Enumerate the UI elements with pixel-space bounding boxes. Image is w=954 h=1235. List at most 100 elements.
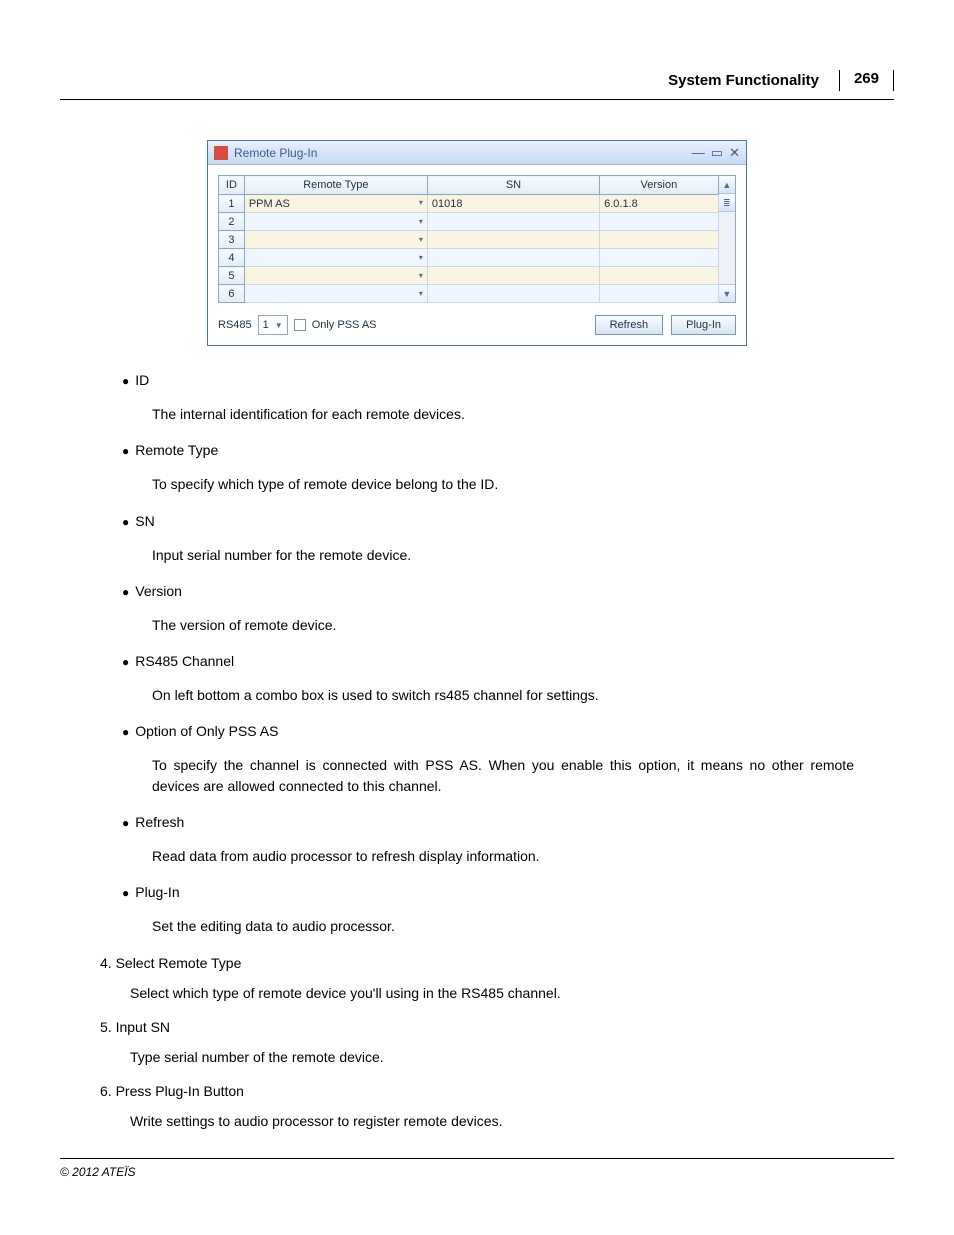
bullet-head: Refresh	[135, 814, 184, 830]
chevron-down-icon: ▾	[419, 253, 423, 262]
only-pss-label: Only PSS AS	[312, 319, 377, 331]
page-header: System Functionality 269	[60, 70, 894, 100]
col-sn[interactable]: SN	[427, 176, 599, 195]
bullet-item: ● Option of Only PSS AS	[100, 723, 854, 741]
bullet-icon: ●	[122, 814, 129, 832]
bullet-head: Option of Only PSS AS	[135, 723, 278, 739]
table-row[interactable]: 1PPM AS▾010186.0.1.8	[219, 195, 719, 213]
cell-id: 3	[219, 231, 245, 249]
numbered-item: 5. Input SN	[100, 1019, 854, 1035]
cell-id: 2	[219, 213, 245, 231]
bullet-desc: The internal identification for each rem…	[152, 404, 854, 424]
cell-id: 6	[219, 285, 245, 303]
bullet-head: ID	[135, 372, 149, 388]
scroll-up-icon[interactable]: ▲	[719, 176, 735, 194]
plugin-button[interactable]: Plug-In	[671, 315, 736, 335]
table-row[interactable]: 2▾	[219, 213, 719, 231]
numbered-desc: Select which type of remote device you'l…	[130, 985, 854, 1001]
numbered-item: 6. Press Plug-In Button	[100, 1083, 854, 1099]
table-row[interactable]: 5▾	[219, 267, 719, 285]
rs485-channel-select[interactable]: 1 ▼	[258, 315, 288, 335]
cell-sn[interactable]	[427, 267, 599, 285]
scroll-down-icon[interactable]: ▼	[719, 284, 735, 302]
bullet-desc: Read data from audio processor to refres…	[152, 846, 854, 866]
numbered-desc: Type serial number of the remote device.	[130, 1049, 854, 1065]
bullet-icon: ●	[122, 513, 129, 531]
cell-remote-type[interactable]: ▾	[244, 231, 427, 249]
bullet-head: Remote Type	[135, 442, 218, 458]
window-titlebar[interactable]: Remote Plug-In — ▭ ✕	[208, 141, 746, 165]
numbered-item: 4. Select Remote Type	[100, 955, 854, 971]
bullet-item: ●Plug-In	[100, 884, 854, 902]
bullet-icon: ●	[122, 653, 129, 671]
bullet-desc: Input serial number for the remote devic…	[152, 545, 854, 565]
bullet-item: ● SN	[100, 513, 854, 531]
chevron-down-icon: ▾	[419, 217, 423, 226]
bullet-icon: ●	[122, 442, 129, 460]
bullet-item: ● Refresh	[100, 814, 854, 832]
close-icon[interactable]: ✕	[729, 145, 740, 161]
bullet-desc: Set the editing data to audio processor.	[152, 916, 854, 936]
cell-sn[interactable]	[427, 213, 599, 231]
header-title: System Functionality	[668, 72, 839, 89]
maximize-icon[interactable]: ▭	[711, 145, 723, 161]
cell-version	[600, 267, 718, 285]
bullet-item: ● RS485 Channel	[100, 653, 854, 671]
table-row[interactable]: 4▾	[219, 249, 719, 267]
scroll-thumb[interactable]: ≣	[719, 194, 735, 212]
cell-sn[interactable]	[427, 249, 599, 267]
only-pss-checkbox[interactable]	[294, 319, 306, 331]
cell-remote-type[interactable]: ▾	[244, 213, 427, 231]
bullet-icon: ●	[122, 884, 129, 902]
scroll-track[interactable]	[719, 212, 735, 284]
table-row[interactable]: 3▾	[219, 231, 719, 249]
cell-sn[interactable]	[427, 285, 599, 303]
bullet-icon: ●	[122, 583, 129, 601]
cell-sn[interactable]: 01018	[427, 195, 599, 213]
cell-version	[600, 249, 718, 267]
bullet-desc: To specify which type of remote device b…	[152, 474, 854, 494]
remote-plugin-window: Remote Plug-In — ▭ ✕ ID Remote Type SN V…	[207, 140, 747, 346]
bullet-head: SN	[135, 513, 154, 529]
cell-version	[600, 213, 718, 231]
remote-table: ID Remote Type SN Version 1PPM AS▾010186…	[218, 175, 719, 303]
cell-version: 6.0.1.8	[600, 195, 718, 213]
cell-remote-type[interactable]: ▾	[244, 267, 427, 285]
refresh-button[interactable]: Refresh	[595, 315, 664, 335]
col-version[interactable]: Version	[600, 176, 718, 195]
chevron-down-icon: ▼	[275, 321, 283, 330]
bullet-item: ● Remote Type	[100, 442, 854, 460]
table-row[interactable]: 6▾	[219, 285, 719, 303]
copyright: © 2012 ATEÏS	[60, 1158, 894, 1179]
cell-remote-type[interactable]: ▾	[244, 249, 427, 267]
numbered-desc: Write settings to audio processor to reg…	[130, 1113, 854, 1129]
col-remote-type[interactable]: Remote Type	[244, 176, 427, 195]
bullet-icon: ●	[122, 723, 129, 741]
chevron-down-icon: ▾	[419, 271, 423, 280]
rs485-label: RS485	[218, 319, 252, 331]
window-title: Remote Plug-In	[234, 146, 317, 160]
cell-sn[interactable]	[427, 231, 599, 249]
bullet-icon: ●	[122, 372, 129, 390]
bullet-desc: To specify the channel is connected with…	[152, 755, 854, 796]
cell-version	[600, 231, 718, 249]
minimize-icon[interactable]: —	[692, 145, 705, 161]
chevron-down-icon: ▾	[419, 289, 423, 298]
cell-id: 1	[219, 195, 245, 213]
page-number: 269	[839, 70, 894, 91]
bullet-item: ● Version	[100, 583, 854, 601]
rs485-channel-value: 1	[263, 319, 269, 331]
bullet-item: ● ID	[100, 372, 854, 390]
bullet-head: Version	[135, 583, 182, 599]
cell-remote-type[interactable]: ▾	[244, 285, 427, 303]
chevron-down-icon: ▾	[419, 235, 423, 244]
bullet-head: RS485 Channel	[135, 653, 234, 669]
cell-id: 5	[219, 267, 245, 285]
bullet-desc: On left bottom a combo box is used to sw…	[152, 685, 854, 705]
cell-remote-type[interactable]: PPM AS▾	[244, 195, 427, 213]
chevron-down-icon: ▾	[419, 198, 423, 207]
bullet-desc: The version of remote device.	[152, 615, 854, 635]
scrollbar[interactable]: ▲ ≣ ▼	[719, 175, 736, 303]
col-id[interactable]: ID	[219, 176, 245, 195]
app-icon	[214, 146, 228, 160]
